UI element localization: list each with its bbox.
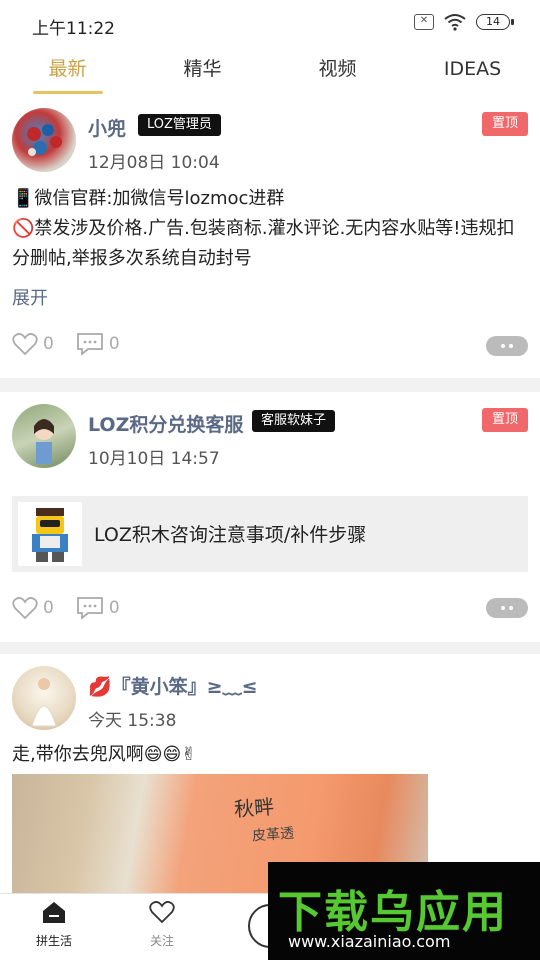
comment-count: 0 [108, 598, 120, 618]
post-time: 10月10日 14:57 [88, 449, 220, 469]
post-card[interactable]: 小兜 LOZ管理员 置顶 12月08日 10:04 📱微信官群:加微信号lozm… [0, 96, 540, 378]
app-screen: 上午11:22 ✕ 14 最新 精华 视频 IDEAS 小兜 LOZ管理员 置顶… [0, 0, 540, 960]
avatar[interactable] [12, 404, 76, 468]
status-bar: 上午11:22 ✕ 14 [0, 0, 540, 48]
active-tab-indicator [32, 91, 103, 94]
more-options-button[interactable] [486, 598, 528, 618]
tab-label: 最新 [48, 58, 87, 80]
like-button[interactable]: 0 [12, 332, 54, 356]
battery-icon: 14 [476, 14, 514, 30]
tab-latest[interactable]: 最新 [0, 48, 135, 96]
link-title: LOZ积木咨询注意事项/补件步骤 [94, 524, 367, 546]
photo-shirt-subtext: 皮革透 [251, 825, 295, 845]
shared-link-card[interactable]: LOZ积木咨询注意事项/补件步骤 [12, 496, 528, 572]
feed-tabs: 最新 精华 视频 IDEAS [0, 48, 540, 96]
role-badge: 客服软妹子 [252, 410, 336, 432]
heart-icon [12, 333, 38, 356]
post-card[interactable]: 💋『黄小笨』≥﹏≤ 今天 15:38 走,带你去兜风啊😄😄✌ 秋畔 皮革透 [0, 654, 540, 934]
avatar[interactable] [12, 666, 76, 730]
watermark-url: www.xiazainiao.com [288, 932, 451, 951]
watermark-title: 下载乌应用 [278, 887, 508, 938]
post-actions: 0 0 [12, 596, 134, 620]
post-actions: 0 0 [12, 332, 134, 356]
tab-label: 视频 [318, 58, 357, 80]
like-count: 0 [43, 598, 54, 618]
like-button[interactable]: 0 [12, 596, 54, 620]
like-count: 0 [43, 334, 54, 354]
more-options-button[interactable] [486, 336, 528, 356]
pinned-badge: 置顶 [481, 112, 528, 136]
heart-icon [12, 597, 38, 620]
post-card[interactable]: LOZ积分兑换客服 客服软妹子 置顶 10月10日 14:57 LOZ积木咨询注… [0, 392, 540, 642]
watermark: 下载乌应用 www.xiazainiao.com [268, 862, 540, 960]
tab-label: 精华 [183, 58, 222, 80]
home-icon [43, 902, 65, 923]
tab-label: IDEAS [443, 58, 502, 80]
post-username[interactable]: LOZ积分兑换客服 [88, 410, 243, 437]
tab-video[interactable]: 视频 [270, 48, 405, 96]
role-badge: LOZ管理员 [138, 114, 221, 136]
status-time: 上午11:22 [32, 19, 115, 39]
post-username[interactable]: 小兜 [88, 114, 126, 141]
post-content[interactable]: 走,带你去兜风啊😄😄✌ [12, 740, 528, 770]
nav-label: 关注 [149, 934, 174, 948]
post-time: 12月08日 10:04 [88, 153, 220, 173]
photo-shirt-text: 秋畔 [233, 794, 275, 822]
nav-home[interactable]: 拼生活 [14, 900, 94, 949]
pinned-badge: 置顶 [481, 408, 528, 432]
comment-icon [76, 597, 103, 620]
nav-follow[interactable]: 关注 [122, 900, 202, 949]
tab-ideas[interactable]: IDEAS [405, 48, 540, 96]
link-thumbnail [18, 502, 82, 566]
status-icons: ✕ 14 [414, 13, 514, 31]
comment-button[interactable]: 0 [76, 596, 120, 620]
nav-label: 拼生活 [35, 934, 72, 948]
comment-button[interactable]: 0 [76, 332, 120, 356]
wifi-icon [444, 14, 466, 31]
tab-featured[interactable]: 精华 [135, 48, 270, 96]
no-sim-icon: ✕ [414, 14, 434, 30]
avatar[interactable] [12, 108, 76, 172]
heart-icon [149, 901, 175, 924]
comment-count: 0 [108, 334, 120, 354]
post-time: 今天 15:38 [88, 711, 177, 731]
post-content[interactable]: 📱微信官群:加微信号lozmoc进群 🚫禁发涉及价格.广告.包装商标.灌水评论.… [12, 184, 528, 274]
post-username[interactable]: 💋『黄小笨』≥﹏≤ [88, 672, 258, 699]
comment-icon [76, 333, 103, 356]
expand-link[interactable]: 展开 [12, 284, 48, 310]
